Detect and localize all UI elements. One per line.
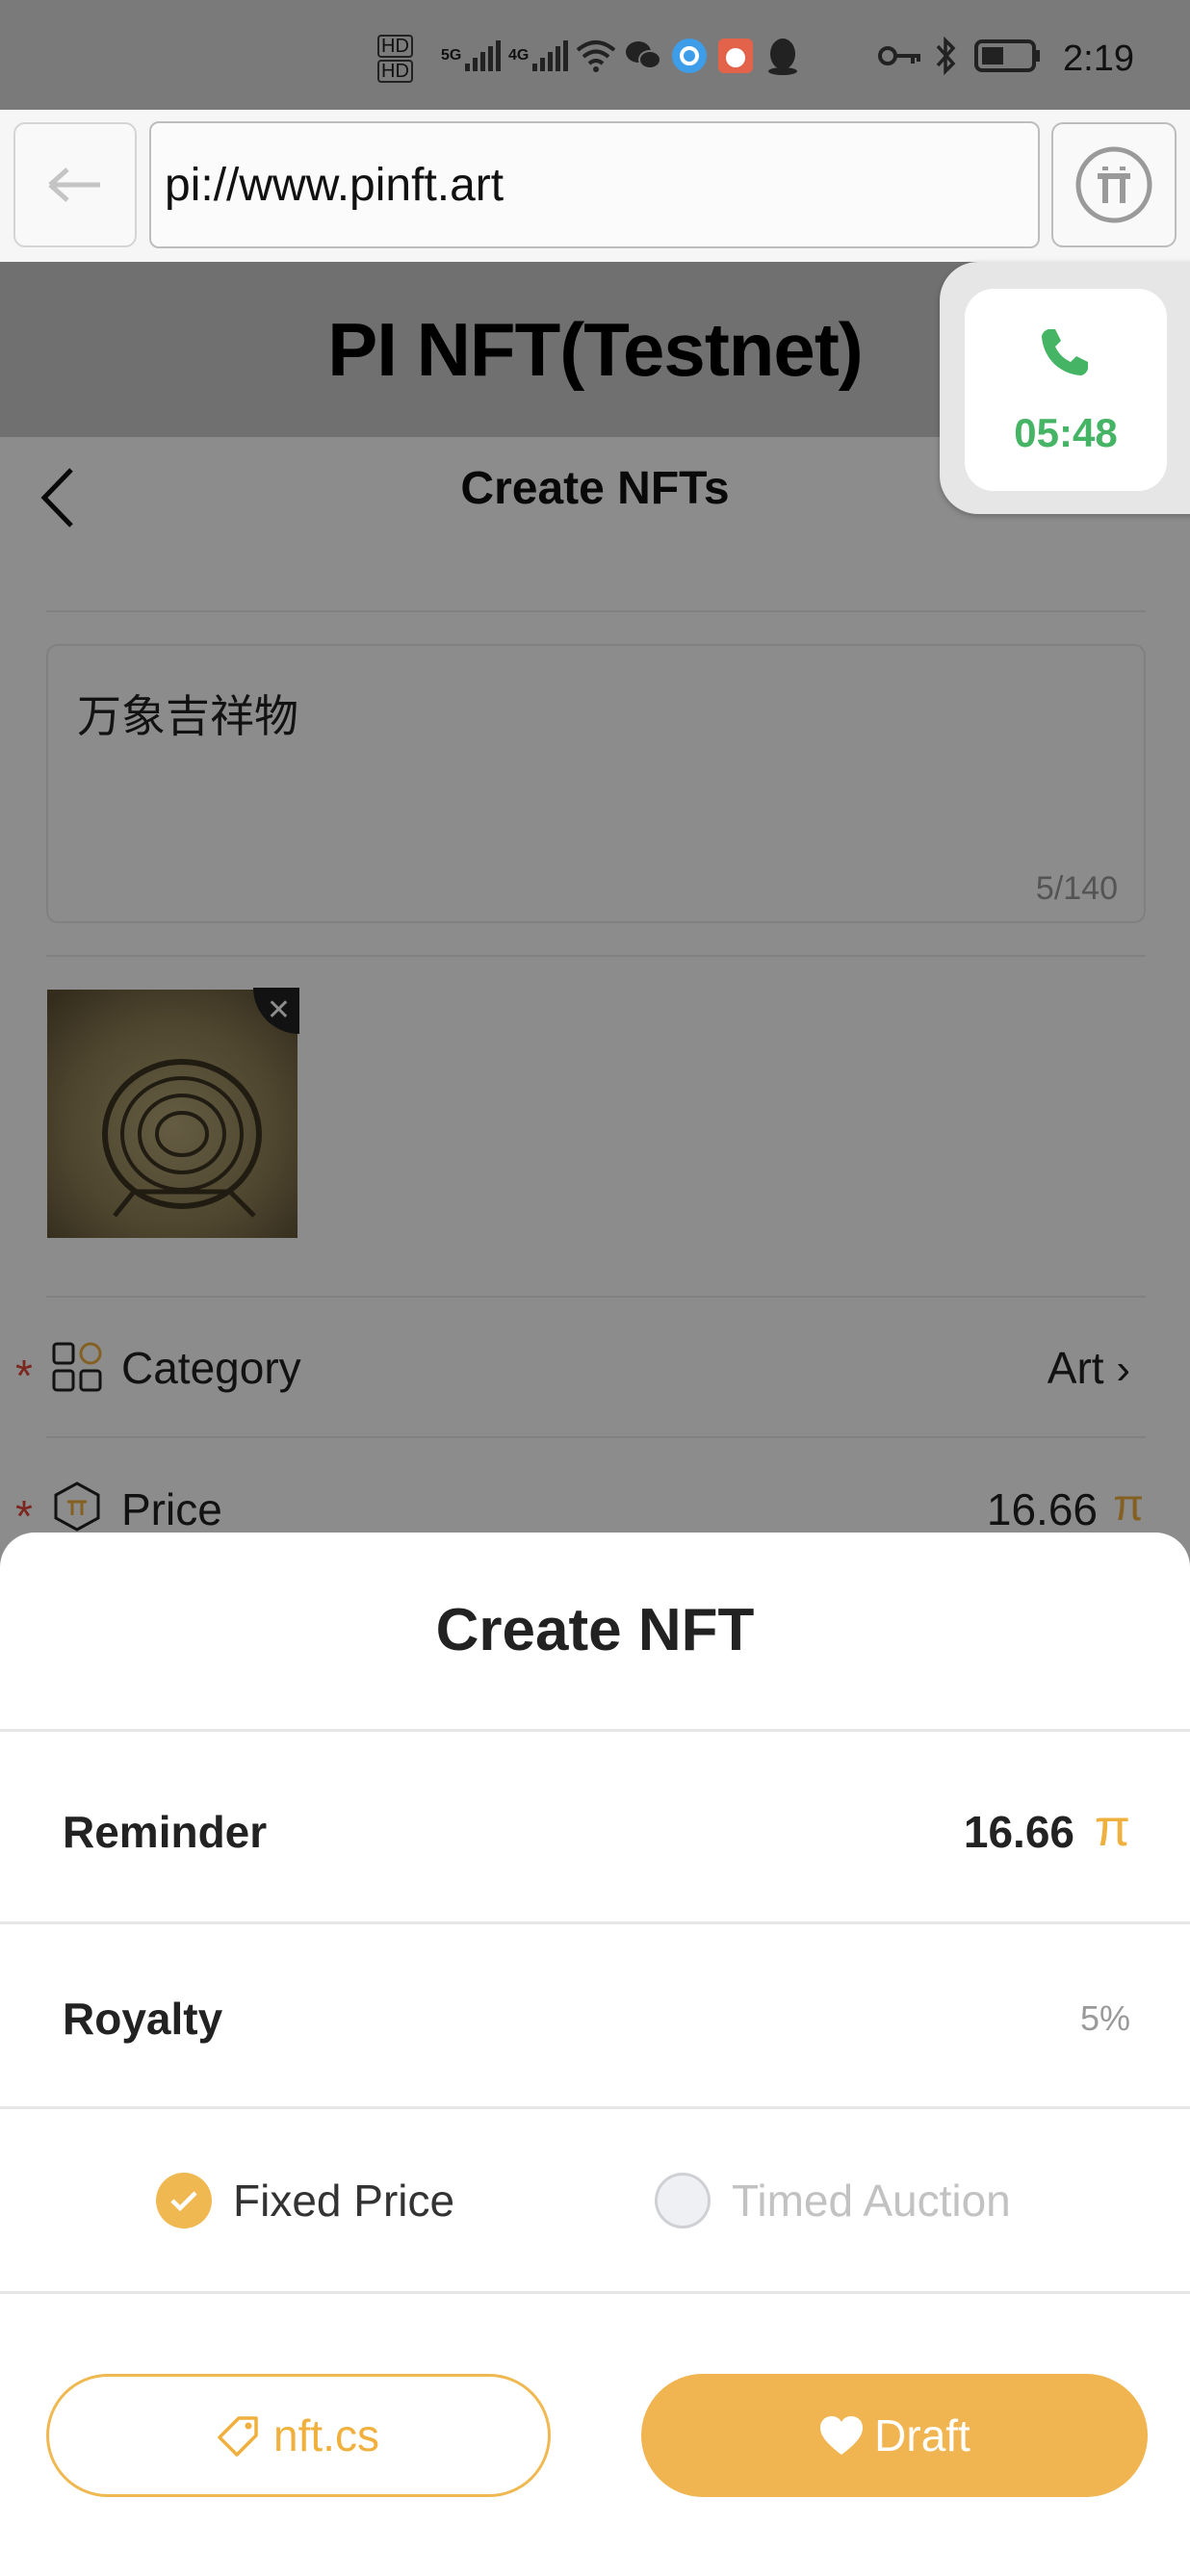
draft-button[interactable]: Draft bbox=[641, 2374, 1148, 2497]
divider bbox=[0, 2106, 1190, 2109]
qq-icon bbox=[764, 37, 801, 75]
royalty-label: Royalty bbox=[63, 1994, 223, 2044]
pi-browser-button[interactable] bbox=[1051, 122, 1177, 247]
nft-cs-button[interactable]: nft.cs bbox=[46, 2374, 551, 2497]
pi-logo-icon bbox=[1075, 146, 1152, 223]
reminder-label: Reminder bbox=[63, 1807, 268, 1857]
option-timed-auction[interactable]: Timed Auction bbox=[655, 2170, 1011, 2231]
divider bbox=[0, 1921, 1190, 1924]
royalty-value: 5% bbox=[1079, 1998, 1130, 2038]
nft-cs-label: nft.cs bbox=[273, 2410, 379, 2460]
signal-bars-icon bbox=[532, 40, 569, 71]
option-fixed-label: Fixed Price bbox=[233, 2176, 455, 2226]
signal-bars-icon bbox=[465, 40, 502, 71]
tag-icon bbox=[218, 2416, 258, 2457]
pi-currency-symbol: π bbox=[1094, 1799, 1130, 1857]
call-timer: 05:48 bbox=[1014, 410, 1118, 455]
arrow-left-icon bbox=[48, 167, 100, 202]
divider bbox=[0, 2291, 1190, 2294]
app-blue-icon bbox=[670, 37, 709, 75]
radio-checked-icon bbox=[156, 2173, 212, 2228]
radio-unchecked-icon bbox=[655, 2173, 711, 2228]
draft-label: Draft bbox=[874, 2410, 970, 2460]
battery-icon bbox=[974, 37, 1042, 75]
option-fixed-price[interactable]: Fixed Price bbox=[156, 2170, 454, 2231]
hd-indicator: HD HD bbox=[377, 35, 413, 83]
divider bbox=[0, 1729, 1190, 1732]
net-label-4g: 4G bbox=[508, 47, 530, 64]
phone-icon bbox=[1042, 329, 1088, 375]
heart-icon bbox=[820, 2416, 864, 2455]
hd-badge-1: HD bbox=[377, 35, 413, 58]
signal-4g-icon: 4G bbox=[508, 37, 569, 75]
signal-5g-icon: 5G bbox=[441, 37, 502, 75]
hd-badge-2: HD bbox=[377, 60, 413, 83]
net-label-5g: 5G bbox=[441, 47, 462, 64]
call-widget-card bbox=[965, 289, 1167, 491]
bluetooth-icon bbox=[932, 37, 959, 75]
wechat-icon bbox=[624, 37, 662, 75]
wifi-icon bbox=[576, 37, 616, 75]
sheet-title: Create NFT bbox=[435, 1597, 755, 1663]
app-red-icon bbox=[716, 37, 755, 75]
browser-back-button[interactable] bbox=[13, 122, 137, 247]
url-address-field[interactable]: pi://www.pinft.art bbox=[149, 121, 1040, 248]
url-text: pi://www.pinft.art bbox=[165, 159, 504, 211]
option-timed-label: Timed Auction bbox=[732, 2176, 1011, 2226]
status-time: 2:19 bbox=[1063, 39, 1134, 79]
status-bar: HD HD 5G 4G 2:19 bbox=[0, 0, 1190, 110]
reminder-value: 16.66 bbox=[963, 1807, 1074, 1857]
key-icon bbox=[878, 37, 922, 75]
